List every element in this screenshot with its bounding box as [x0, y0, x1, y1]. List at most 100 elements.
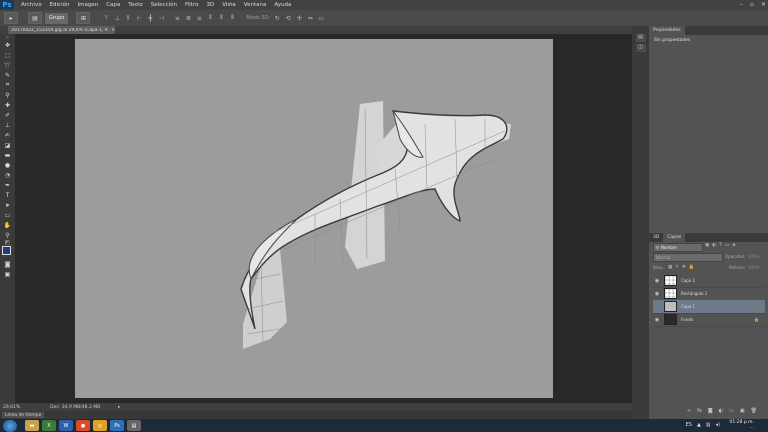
word-icon[interactable]: W: [59, 420, 73, 431]
menu-seleccion[interactable]: Selección: [151, 2, 177, 8]
align-middle-icon[interactable]: ⊥: [113, 14, 121, 22]
quick-select-tool-icon[interactable]: ✎: [0, 70, 15, 80]
volume-icon[interactable]: ◂): [716, 422, 720, 428]
taskbar-clock[interactable]: 01:28 p.m. …: [730, 420, 755, 430]
history-brush-tool-icon[interactable]: ✍: [0, 130, 15, 140]
menu-archivo[interactable]: Archivo: [21, 2, 42, 8]
link-layers-icon[interactable]: ∞: [687, 408, 691, 414]
properties-panel-icon[interactable]: ◫: [635, 44, 646, 52]
adjustment-layer-icon[interactable]: ◐: [719, 408, 723, 414]
visibility-eye-icon[interactable]: ◉: [653, 278, 661, 284]
menu-capa[interactable]: Capa: [106, 2, 120, 8]
move-tool-preset-button[interactable]: ▸: [4, 12, 18, 24]
hand-tool-icon[interactable]: ✋: [0, 220, 15, 230]
menu-texto[interactable]: Texto: [128, 2, 143, 8]
layer-filter-select[interactable]: ⚲ Nombre: [653, 243, 703, 252]
browser-icon[interactable]: ●: [76, 420, 90, 431]
3d-drag-icon[interactable]: ✣: [295, 14, 303, 22]
fill-value[interactable]: 100%: [748, 265, 759, 270]
3d-slide-icon[interactable]: ⇔: [306, 14, 314, 22]
menu-filtro[interactable]: Filtro: [185, 2, 198, 8]
network-icon[interactable]: ▥: [706, 422, 711, 428]
group-select[interactable]: Grupo: [45, 12, 69, 24]
app-taskbar-icon[interactable]: ▤: [127, 420, 141, 431]
distribute-top-icon[interactable]: ≡: [173, 14, 181, 22]
eraser-tool-icon[interactable]: ◪: [0, 140, 15, 150]
screen-mode-icon[interactable]: ▣: [0, 269, 15, 279]
crop-tool-icon[interactable]: ⌗: [0, 80, 15, 90]
align-center-icon[interactable]: ╋: [146, 14, 154, 22]
menu-vista[interactable]: Vista: [222, 2, 236, 8]
layer-row[interactable]: Capa 1: [653, 300, 765, 314]
excel-icon[interactable]: X: [42, 420, 56, 431]
lock-all-icon[interactable]: 🔒: [689, 265, 695, 270]
document-tab[interactable]: 20170422_153359.jpg al 29,6% (Capa 1, RG…: [8, 26, 115, 34]
timeline-tab[interactable]: Línea de tiempo: [2, 412, 45, 418]
eyedropper-tool-icon[interactable]: ⚲: [0, 90, 15, 100]
minimize-button[interactable]: –: [740, 1, 743, 8]
new-layer-icon[interactable]: ▣: [740, 408, 745, 414]
tab-3d[interactable]: 3D: [649, 233, 663, 242]
add-mask-icon[interactable]: ◙: [708, 408, 713, 414]
layer-style-icon[interactable]: fx: [697, 408, 702, 414]
image-canvas[interactable]: [75, 39, 553, 398]
document-tab-close[interactable]: ×: [111, 28, 115, 33]
menu-3d[interactable]: 3D: [206, 2, 214, 8]
close-button[interactable]: ✕: [761, 1, 766, 8]
menu-imagen[interactable]: Imagen: [77, 2, 98, 8]
menu-ventana[interactable]: Ventana: [244, 2, 267, 8]
layer-row[interactable]: ◉ Fondo 🔒: [653, 313, 765, 327]
path-select-tool-icon[interactable]: ➤: [0, 200, 15, 210]
photoshop-taskbar-icon[interactable]: Ps: [110, 420, 124, 431]
tab-capas[interactable]: Capas: [663, 233, 686, 242]
language-indicator[interactable]: ES: [686, 422, 692, 428]
pen-tool-icon[interactable]: ✒: [0, 180, 15, 190]
gradient-tool-icon[interactable]: ▬: [0, 150, 15, 160]
zoom-level[interactable]: 29,61%: [3, 405, 20, 410]
3d-roll-icon[interactable]: ⟲: [284, 14, 292, 22]
layer-row[interactable]: ◉ Rectángulo 1: [653, 287, 765, 301]
align-left-icon[interactable]: ⊢: [135, 14, 143, 22]
align-top-icon[interactable]: ⊤: [102, 14, 110, 22]
lock-pixels-icon[interactable]: ✎: [675, 265, 679, 270]
clone-stamp-tool-icon[interactable]: ⊥: [0, 120, 15, 130]
visibility-eye-icon[interactable]: ◉: [653, 291, 661, 297]
3d-rotate-icon[interactable]: ↻: [273, 14, 281, 22]
tab-propiedades[interactable]: Propiedades: [649, 26, 685, 35]
quick-mask-icon[interactable]: ◙: [0, 259, 15, 269]
visibility-eye-icon[interactable]: ◉: [653, 317, 661, 323]
start-button[interactable]: [3, 419, 17, 432]
lock-position-icon[interactable]: ✥: [682, 265, 686, 270]
trash-icon[interactable]: 🗑: [751, 408, 757, 414]
distribute-right-icon[interactable]: ⦀: [228, 14, 236, 22]
blend-mode-select[interactable]: Normal: [653, 253, 723, 262]
menu-ayuda[interactable]: Ayuda: [274, 2, 291, 8]
distribute-middle-icon[interactable]: ≣: [184, 14, 192, 22]
brush-tool-icon[interactable]: ✐: [0, 110, 15, 120]
filter-smart-icon[interactable]: ◈: [732, 243, 735, 248]
new-group-icon[interactable]: ▭: [729, 408, 734, 414]
history-panel-icon[interactable]: ▤: [635, 34, 646, 42]
distribute-center-icon[interactable]: ⦀: [217, 14, 225, 22]
move-tool-icon[interactable]: ✥: [0, 40, 15, 50]
type-tool-icon[interactable]: T: [0, 190, 15, 200]
align-bottom-icon[interactable]: ⫫: [124, 14, 132, 22]
lock-transparent-icon[interactable]: ▦: [668, 265, 672, 270]
status-menu-arrow[interactable]: ▸: [118, 405, 120, 410]
foreground-color-swatch[interactable]: [2, 246, 11, 255]
chrome-icon[interactable]: ◎: [93, 420, 107, 431]
layer-row[interactable]: ◉ Capa 2: [653, 274, 765, 288]
tray-expand-icon[interactable]: ▲: [697, 422, 701, 428]
distribute-bottom-icon[interactable]: ≡: [195, 14, 203, 22]
menu-edicion[interactable]: Edición: [50, 2, 70, 8]
align-right-icon[interactable]: ⊣: [157, 14, 165, 22]
blur-tool-icon[interactable]: ●: [0, 160, 15, 170]
file-explorer-icon[interactable]: ▬: [25, 420, 39, 431]
3d-scale-icon[interactable]: ▭: [317, 14, 325, 22]
filter-pixel-icon[interactable]: ▣: [705, 243, 709, 248]
filter-adjust-icon[interactable]: ◐: [712, 243, 716, 248]
opacity-value[interactable]: 100%: [748, 254, 759, 259]
rectangle-tool-icon[interactable]: ▭: [0, 210, 15, 220]
filter-type-icon[interactable]: T: [719, 243, 722, 248]
marquee-tool-icon[interactable]: ⬚: [0, 50, 15, 60]
